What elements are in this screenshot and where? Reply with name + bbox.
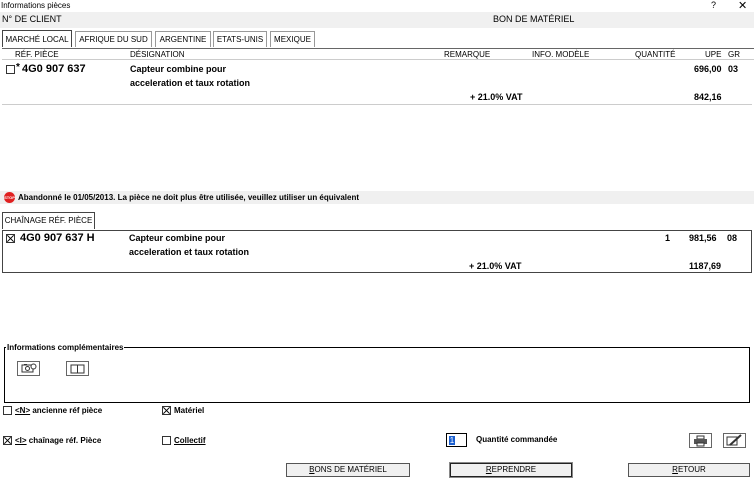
chainage-ref-key: <I> [15,436,27,445]
edit-button[interactable] [723,433,746,448]
material-voucher-label: BON DE MATÉRIEL [493,14,575,24]
client-number-label: N° DE CLIENT [2,14,62,24]
materiel-label[interactable]: Matériel [174,406,204,415]
tab-marche-local[interactable]: MARCHÉ LOCAL [2,30,72,47]
part-desc-line2: acceleration et taux rotation [130,78,251,88]
chain-desc-line1: Capteur combine pour [129,233,226,243]
part-vat-label: + 21.0% VAT [470,92,523,102]
reprendre-rest: EPRENDRE [491,465,537,474]
col-info-modele[interactable]: INFO. MODÈLE [532,50,589,59]
ancienne-ref-label[interactable]: <N> ancienne réf pièce [15,406,102,415]
chain-quantity: 1 [665,233,671,243]
info-section-label: Informations complémentaires [6,343,125,352]
tab-etats-unis[interactable]: ETATS-UNIS [213,31,267,47]
camera-button[interactable] [17,361,40,376]
reprendre-button[interactable]: REPRENDRE [449,462,573,478]
part-desc-line1: Capteur combine pour [130,64,227,74]
collectif-text: Collectif [174,436,206,445]
warning-text: Abandonné le 01/05/2013. La pièce ne doi… [18,193,359,202]
edit-icon [726,434,742,446]
info-section [4,347,750,403]
part-gr: 03 [728,64,739,74]
col-remarque[interactable]: REMARQUE [444,50,490,59]
window-title: Informations pièces [1,1,71,10]
chainage-ref-checkbox[interactable] [3,436,12,445]
ancienne-ref-checkbox[interactable] [3,406,12,415]
quantity-input[interactable]: 1 [446,433,467,447]
col-quantite[interactable]: QUANTITÉ [635,50,675,59]
collectif-checkbox[interactable] [162,436,171,445]
chain-price: 981,56 [689,233,717,243]
printer-icon [694,435,707,447]
help-button[interactable]: ? [711,0,716,10]
quantity-value: 1 [449,436,455,445]
col-upe[interactable]: UPE [705,50,721,59]
retour-button[interactable]: RETOUR [628,463,750,477]
table-row[interactable]: * 4G0 907 637 Capteur combine pour accel… [2,61,752,105]
tab-argentine[interactable]: ARGENTINE [155,31,211,47]
chain-vat-label: + 21.0% VAT [469,261,522,271]
book-icon [70,364,85,374]
part-vat-price: 842,16 [694,92,722,102]
book-button[interactable] [66,361,89,376]
part-price: 696,00 [694,64,722,74]
chain-desc-line2: acceleration et taux rotation [129,247,250,257]
chain-vat-price: 1187,69 [689,261,722,271]
part-select-checkbox[interactable] [6,65,15,74]
chain-part-row[interactable]: 4G0 907 637 H Capteur combine pour accel… [2,230,752,273]
camera-icon [21,363,37,373]
chain-select-checkbox[interactable] [6,234,15,243]
window-titlebar: Informations pièces ? ✕ [0,0,754,12]
part-marker: * [16,62,20,73]
col-designation[interactable]: DÉSIGNATION [130,50,185,59]
chainage-ref-text: chaînage réf. Pièce [26,436,102,445]
chain-gr: 08 [727,233,738,243]
col-ref[interactable]: RÉF. PIÈCE [15,50,59,59]
chainage-ref-label[interactable]: <I> chaînage réf. Pièce [15,436,101,445]
tab-afrique-du-sud[interactable]: AFRIQUE DU SUD [75,31,152,47]
stop-icon: STOP [4,192,15,203]
warning-bar: STOP Abandonné le 01/05/2013. La pièce n… [0,191,754,204]
tab-chainage[interactable]: CHAÎNAGE RÉF. PIÈCE [2,212,95,229]
parts-grid-header: RÉF. PIÈCE DÉSIGNATION REMARQUE INFO. MO… [2,48,754,60]
part-ref: 4G0 907 637 [22,63,86,75]
chain-ref: 4G0 907 637 H [20,232,95,244]
client-header: N° DE CLIENT BON DE MATÉRIEL [0,12,754,28]
retour-rest: ETOUR [677,465,706,474]
quantity-label: Quantité commandée [476,435,558,444]
materiel-checkbox[interactable] [162,406,171,415]
ancienne-ref-key: <N> [15,406,31,415]
tab-mexique[interactable]: MEXIQUE [270,31,315,47]
collectif-label[interactable]: Collectif [174,436,206,445]
ancienne-ref-text: ancienne réf pièce [30,406,103,415]
bons-de-materiel-button[interactable]: BONS DE MATÉRIEL [286,463,410,477]
col-gr[interactable]: GR [728,50,740,59]
print-button[interactable] [689,433,712,448]
close-button[interactable]: ✕ [738,0,747,12]
bons-rest: ONS DE MATÉRIEL [314,465,387,474]
